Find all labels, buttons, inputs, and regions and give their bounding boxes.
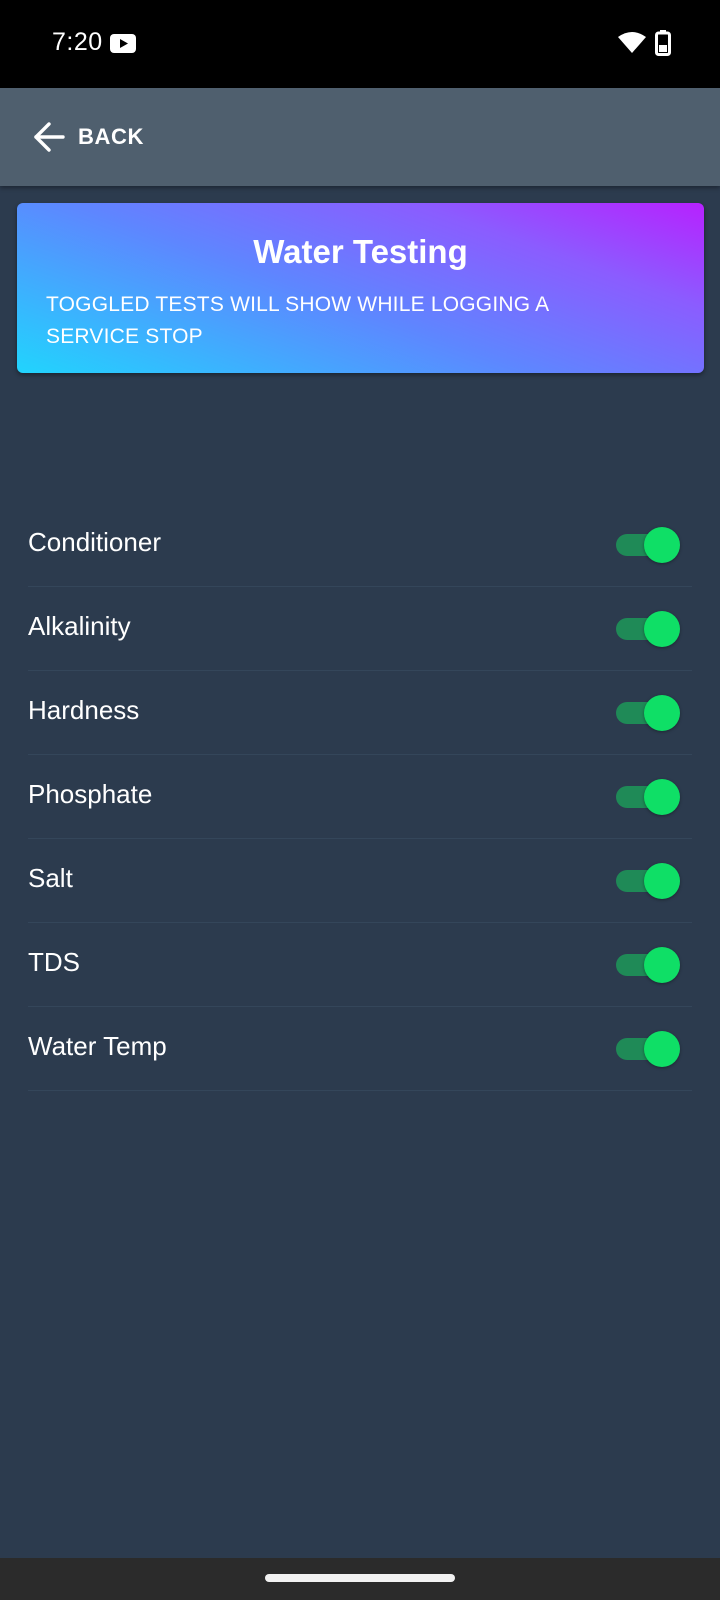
- toggle-thumb: [644, 527, 680, 563]
- wifi-icon: [618, 32, 646, 53]
- test-row: Water Temp: [28, 1007, 692, 1091]
- status-bar: 7:20: [0, 0, 720, 88]
- test-row: Salt: [28, 839, 692, 923]
- test-row: Conditioner: [28, 503, 692, 587]
- test-toggle[interactable]: [616, 779, 680, 815]
- test-row: Hardness: [28, 671, 692, 755]
- test-toggle-list: Conditioner Alkalinity Hardness Phosphate Sa…: [28, 503, 692, 1091]
- test-row: Phosphate: [28, 755, 692, 839]
- test-label: Hardness: [28, 695, 140, 725]
- back-label: BACK: [78, 124, 144, 149]
- test-label: Water Temp: [28, 1031, 167, 1061]
- navigation-bar: [0, 1558, 720, 1600]
- home-handle[interactable]: [265, 1574, 455, 1582]
- page-title: Water Testing: [253, 233, 468, 270]
- test-label: Alkalinity: [28, 611, 131, 641]
- test-label: Phosphate: [28, 779, 153, 809]
- page-subtitle: TOGGLED TESTS WILL SHOW WHILE LOGGING A …: [46, 293, 549, 348]
- status-time: 7:20: [52, 28, 103, 56]
- test-toggle[interactable]: [616, 527, 680, 563]
- toggle-thumb: [644, 863, 680, 899]
- battery-icon: [655, 30, 671, 56]
- test-label: Conditioner: [28, 527, 161, 557]
- arrow-left-icon: [34, 122, 65, 152]
- test-toggle[interactable]: [616, 1031, 680, 1067]
- test-toggle[interactable]: [616, 863, 680, 899]
- toggle-thumb: [644, 779, 680, 815]
- test-row: Alkalinity: [28, 587, 692, 671]
- toggle-thumb: [644, 695, 680, 731]
- toggle-thumb: [644, 947, 680, 983]
- test-toggle[interactable]: [616, 611, 680, 647]
- header-card: Water Testing TOGGLED TESTS WILL SHOW WH…: [17, 203, 704, 373]
- app-bar: BACK: [0, 88, 720, 186]
- test-toggle[interactable]: [616, 947, 680, 983]
- test-row: TDS: [28, 923, 692, 1007]
- toggle-thumb: [644, 1031, 680, 1067]
- youtube-icon: [110, 34, 136, 53]
- test-label: Salt: [28, 863, 73, 893]
- test-toggle[interactable]: [616, 695, 680, 731]
- test-label: TDS: [28, 947, 80, 977]
- toggle-thumb: [644, 611, 680, 647]
- back-button[interactable]: BACK: [22, 110, 162, 164]
